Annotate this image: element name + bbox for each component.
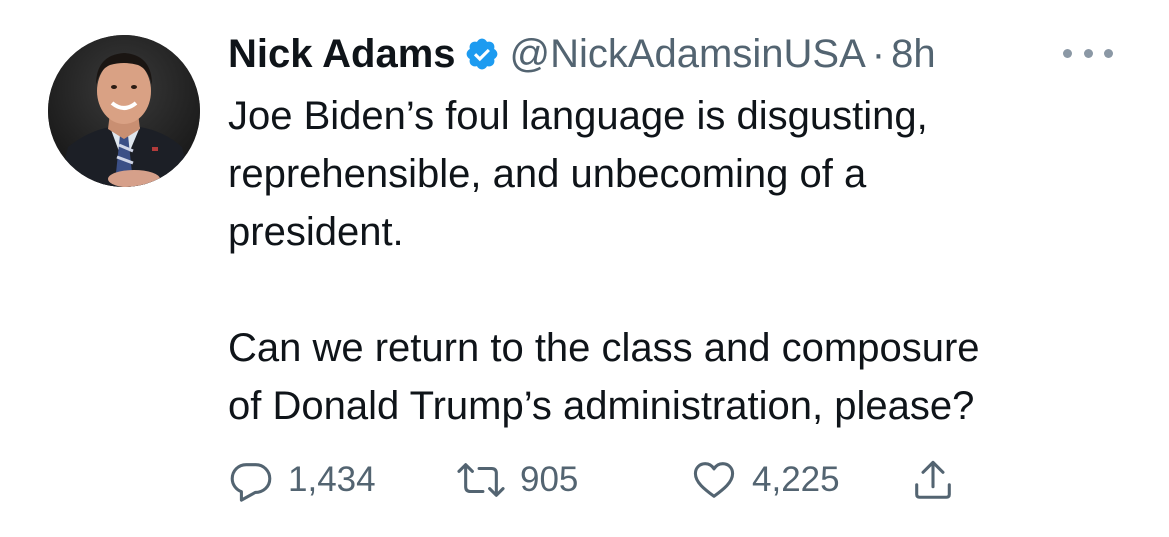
more-dots-icon[interactable]: [1063, 46, 1113, 60]
tweet[interactable]: Nick Adams @NickAdamsinUSA · 8h Joe Bide…: [0, 0, 1169, 537]
retweet-icon: [457, 463, 505, 497]
tweet-text-line: of Donald Trump’s administration, please…: [228, 384, 975, 428]
like-button[interactable]: 4,225: [690, 452, 840, 508]
reply-button[interactable]: 1,434: [228, 452, 376, 508]
retweet-button[interactable]: 905: [456, 452, 578, 508]
tweet-text: Joe Biden’s foul language is disgusting,…: [228, 87, 1108, 435]
tweet-content: Nick Adams @NickAdamsinUSA · 8h Joe Bide…: [228, 22, 1108, 435]
author-handle[interactable]: @NickAdamsinUSA: [510, 32, 866, 77]
tweet-timestamp[interactable]: 8h: [891, 32, 936, 77]
more-dot: [1063, 48, 1072, 58]
reply-count: 1,434: [288, 460, 376, 499]
more-dot: [1104, 48, 1113, 58]
avatar-photo: [48, 35, 200, 187]
more-dot: [1083, 48, 1093, 58]
heart-icon: [693, 462, 735, 498]
retweet-count: 905: [520, 460, 579, 499]
verified-badge-icon: [464, 36, 500, 72]
avatar[interactable]: [48, 35, 200, 187]
tweet-actions: 1,434 905 4,225: [228, 452, 988, 508]
tweet-text-line: Can we return to the class and composure: [228, 326, 980, 370]
share-button[interactable]: [910, 452, 956, 508]
tweet-text-line: president.: [228, 210, 404, 254]
like-count: 4,225: [752, 460, 840, 499]
tweet-text-line: reprehensible, and unbecoming of a: [228, 152, 867, 196]
reply-icon: [230, 463, 272, 502]
author-name[interactable]: Nick Adams: [228, 32, 456, 77]
tweet-header: Nick Adams @NickAdamsinUSA · 8h: [228, 22, 1108, 86]
share-icon: [915, 460, 951, 499]
tweet-text-line: Joe Biden’s foul language is disgusting,: [228, 94, 928, 138]
separator-dot: ·: [871, 31, 886, 76]
